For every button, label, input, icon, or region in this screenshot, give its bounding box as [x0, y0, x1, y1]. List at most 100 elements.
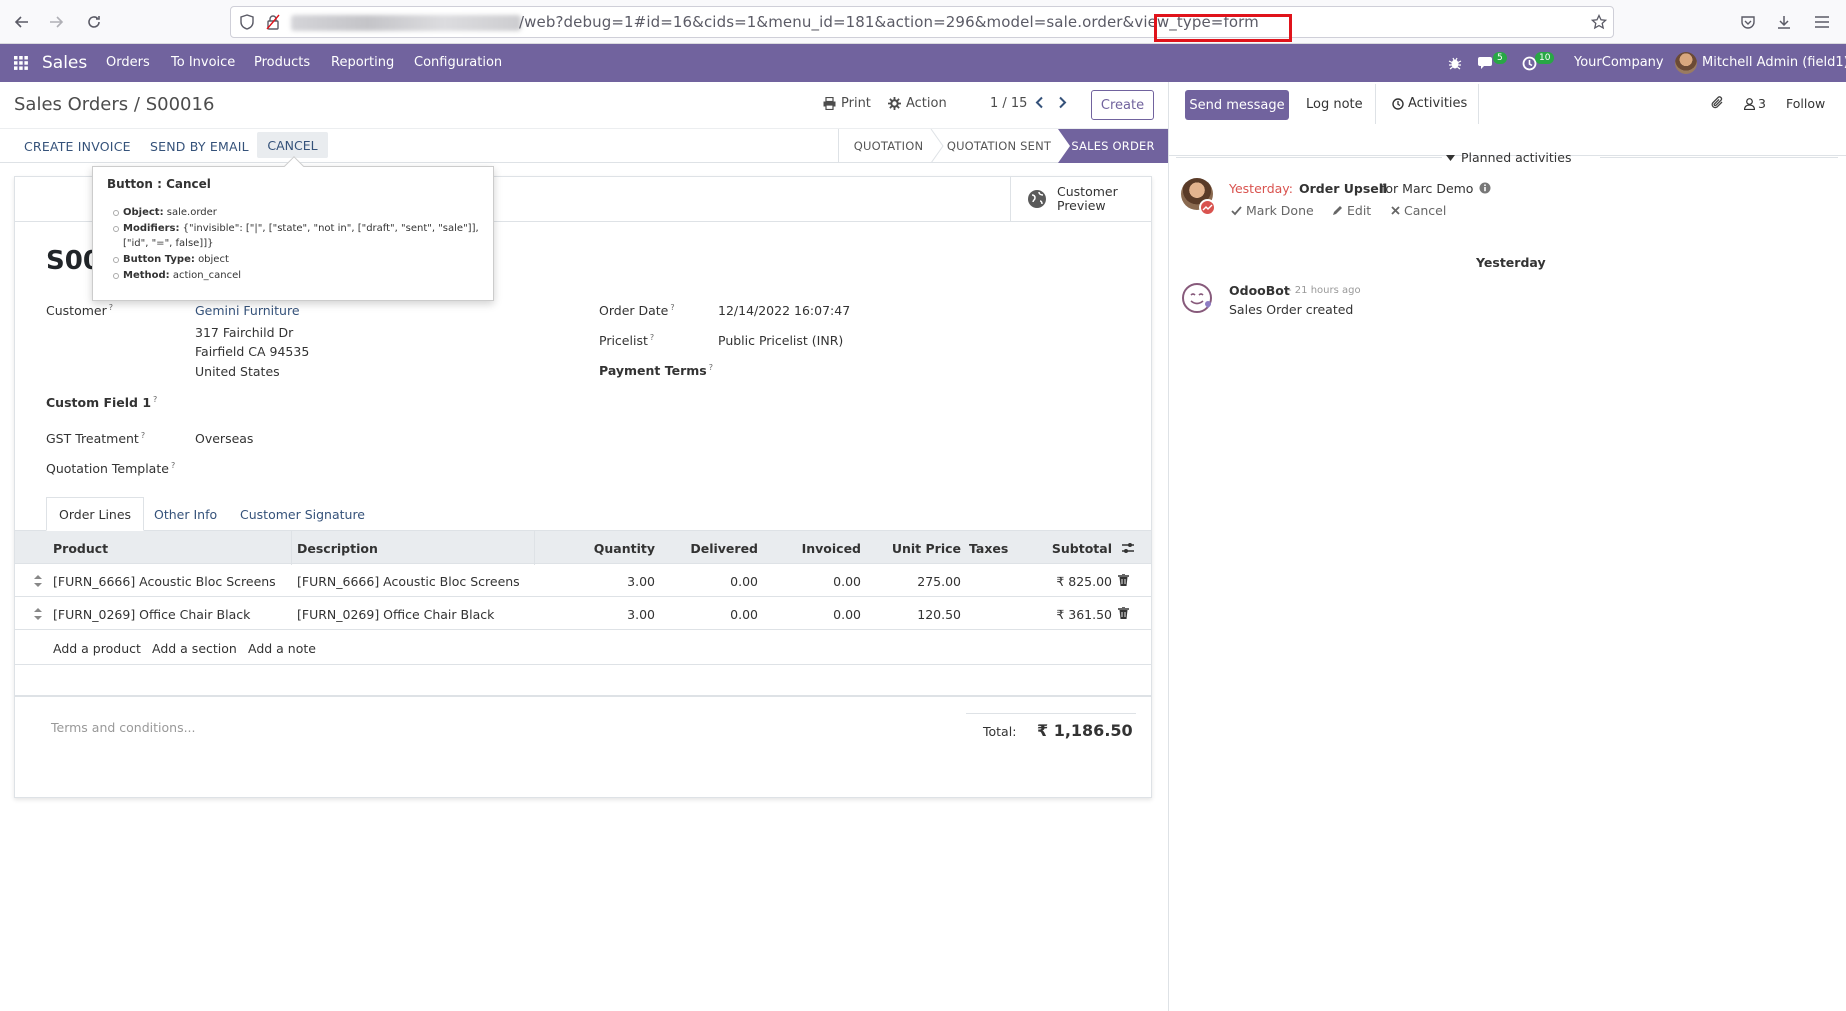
table-row[interactable]: [FURN_6666] Acoustic Bloc Screens [FURN_…: [15, 564, 1151, 597]
gst-treatment-value[interactable]: Overseas: [195, 431, 253, 446]
cancel-activity-button[interactable]: Cancel: [1391, 203, 1446, 218]
action-button[interactable]: Action: [888, 96, 947, 111]
info-circle-icon[interactable]: [1479, 182, 1491, 194]
chatter-panel: [1168, 82, 1846, 1011]
paperclip-icon[interactable]: [1711, 96, 1725, 110]
stage-quotation-sent[interactable]: QUOTATION SENT: [940, 129, 1058, 163]
drag-handle-icon[interactable]: [34, 575, 42, 587]
breadcrumb-separator: /: [133, 94, 140, 115]
cell-product[interactable]: [FURN_0269] Office Chair Black: [53, 607, 250, 622]
apps-grid-icon[interactable]: [14, 56, 28, 70]
user-avatar[interactable]: [1675, 52, 1697, 74]
send-by-email-button[interactable]: SEND BY EMAIL: [150, 139, 249, 154]
activities-button[interactable]: Activities: [1392, 96, 1467, 111]
download-icon[interactable]: [1774, 12, 1794, 32]
drag-handle-icon[interactable]: [34, 608, 42, 620]
follow-button[interactable]: Follow: [1786, 96, 1825, 111]
company-switcher[interactable]: YourCompany: [1574, 55, 1664, 70]
pricelist-label: Pricelist?: [599, 333, 655, 349]
insecure-lock-icon[interactable]: [263, 12, 283, 32]
user-icon: [1744, 97, 1755, 110]
pencil-icon: [1333, 206, 1342, 215]
cell-quantity[interactable]: 3.00: [535, 607, 655, 622]
cell-description[interactable]: [FURN_6666] Acoustic Bloc Screens: [297, 574, 520, 589]
menu-configuration[interactable]: Configuration: [414, 55, 502, 70]
col-taxes[interactable]: Taxes: [969, 541, 1008, 556]
tab-other-info[interactable]: Other Info: [142, 497, 229, 531]
cell-unit-price[interactable]: 275.00: [861, 574, 961, 589]
tab-order-lines[interactable]: Order Lines: [46, 497, 145, 531]
pager-value[interactable]: 1 / 15: [990, 96, 1027, 111]
followers-button[interactable]: 3: [1744, 96, 1766, 111]
stage-quotation[interactable]: QUOTATION: [838, 129, 938, 163]
cancel-button[interactable]: CANCEL: [257, 132, 328, 158]
planned-activities-toggle[interactable]: Planned activities: [1446, 150, 1571, 165]
edit-activity-button[interactable]: Edit: [1332, 203, 1371, 218]
menu-to-invoice[interactable]: To Invoice: [171, 55, 235, 70]
bug-icon[interactable]: [1448, 56, 1462, 70]
shield-icon[interactable]: [237, 12, 257, 32]
pricelist-value[interactable]: Public Pricelist (INR): [718, 333, 843, 348]
order-date-label: Order Date?: [599, 303, 675, 319]
add-section-link[interactable]: Add a section: [152, 641, 237, 656]
col-invoiced[interactable]: Invoiced: [758, 541, 861, 556]
address-bar[interactable]: /web?debug=1#id=16&cids=1&menu_id=181&ac…: [230, 6, 1614, 42]
activity-trend-icon: [1199, 199, 1216, 216]
create-invoice-button[interactable]: CREATE INVOICE: [24, 139, 131, 154]
separator-line: [1600, 157, 1838, 158]
add-product-link[interactable]: Add a product: [53, 641, 141, 656]
breadcrumb-parent[interactable]: Sales Orders: [14, 94, 128, 115]
col-description[interactable]: Description: [297, 541, 378, 556]
stage-sales-order: SALES ORDER: [1058, 129, 1168, 163]
print-button[interactable]: Print: [823, 96, 871, 111]
col-subtotal[interactable]: Subtotal: [1015, 541, 1112, 556]
table-row[interactable]: [FURN_0269] Office Chair Black [FURN_026…: [15, 597, 1151, 630]
tab-customer-signature[interactable]: Customer Signature: [228, 497, 377, 531]
payment-terms-label: Payment Terms?: [599, 363, 713, 379]
mark-done-button[interactable]: Mark Done: [1231, 203, 1314, 218]
forward-arrow-icon[interactable]: [46, 12, 66, 32]
cell-description[interactable]: [FURN_0269] Office Chair Black: [297, 607, 494, 622]
cell-quantity[interactable]: 3.00: [535, 574, 655, 589]
pocket-icon[interactable]: [1738, 12, 1758, 32]
bookmark-star-icon[interactable]: [1589, 12, 1609, 32]
app-name[interactable]: Sales: [42, 53, 87, 73]
separator-line: [1176, 157, 1442, 158]
back-arrow-icon[interactable]: [12, 12, 32, 32]
menu-products[interactable]: Products: [254, 55, 310, 70]
add-note-link[interactable]: Add a note: [248, 641, 316, 656]
trash-icon[interactable]: [1118, 574, 1129, 586]
user-menu[interactable]: Mitchell Admin (field1): [1702, 55, 1846, 70]
col-quantity[interactable]: Quantity: [535, 541, 655, 556]
check-icon: [1231, 205, 1242, 215]
terms-conditions-input[interactable]: Terms and conditions...: [51, 720, 196, 735]
trash-icon[interactable]: [1118, 607, 1129, 619]
tooltip-button-type: Button Type: object: [113, 252, 479, 267]
log-note-button[interactable]: Log note: [1306, 97, 1363, 112]
send-message-button[interactable]: Send message: [1185, 90, 1289, 120]
customer-link[interactable]: Gemini Furniture: [195, 303, 300, 318]
reload-icon[interactable]: [84, 12, 104, 32]
menu-reporting[interactable]: Reporting: [331, 55, 394, 70]
order-date-value[interactable]: 12/14/2022 16:07:47: [718, 303, 850, 318]
hamburger-menu-icon[interactable]: [1812, 12, 1832, 32]
pager-next-icon[interactable]: [1057, 96, 1067, 109]
col-delivered[interactable]: Delivered: [655, 541, 758, 556]
customer-preview-button[interactable]: Customer Preview: [1010, 177, 1152, 221]
col-unit-price[interactable]: Unit Price: [861, 541, 961, 556]
menu-orders[interactable]: Orders: [106, 55, 150, 70]
gst-treatment-label: GST Treatment?: [46, 431, 146, 447]
message-author[interactable]: OdooBot: [1229, 283, 1290, 298]
cell-unit-price[interactable]: 120.50: [861, 607, 961, 622]
odoobot-avatar: [1181, 282, 1213, 314]
message-timestamp: - 21 hours ago: [1288, 285, 1361, 296]
cell-delivered[interactable]: 0.00: [655, 607, 758, 622]
add-line-row: Add a product Add a section Add a note: [15, 631, 1151, 665]
messages-badge: 5: [1493, 52, 1507, 64]
create-button[interactable]: Create: [1091, 90, 1154, 120]
cell-product[interactable]: [FURN_6666] Acoustic Bloc Screens: [53, 574, 276, 589]
pager-previous-icon[interactable]: [1035, 96, 1045, 109]
column-settings-icon[interactable]: [1121, 541, 1135, 555]
col-product[interactable]: Product: [53, 541, 108, 556]
cell-delivered[interactable]: 0.00: [655, 574, 758, 589]
